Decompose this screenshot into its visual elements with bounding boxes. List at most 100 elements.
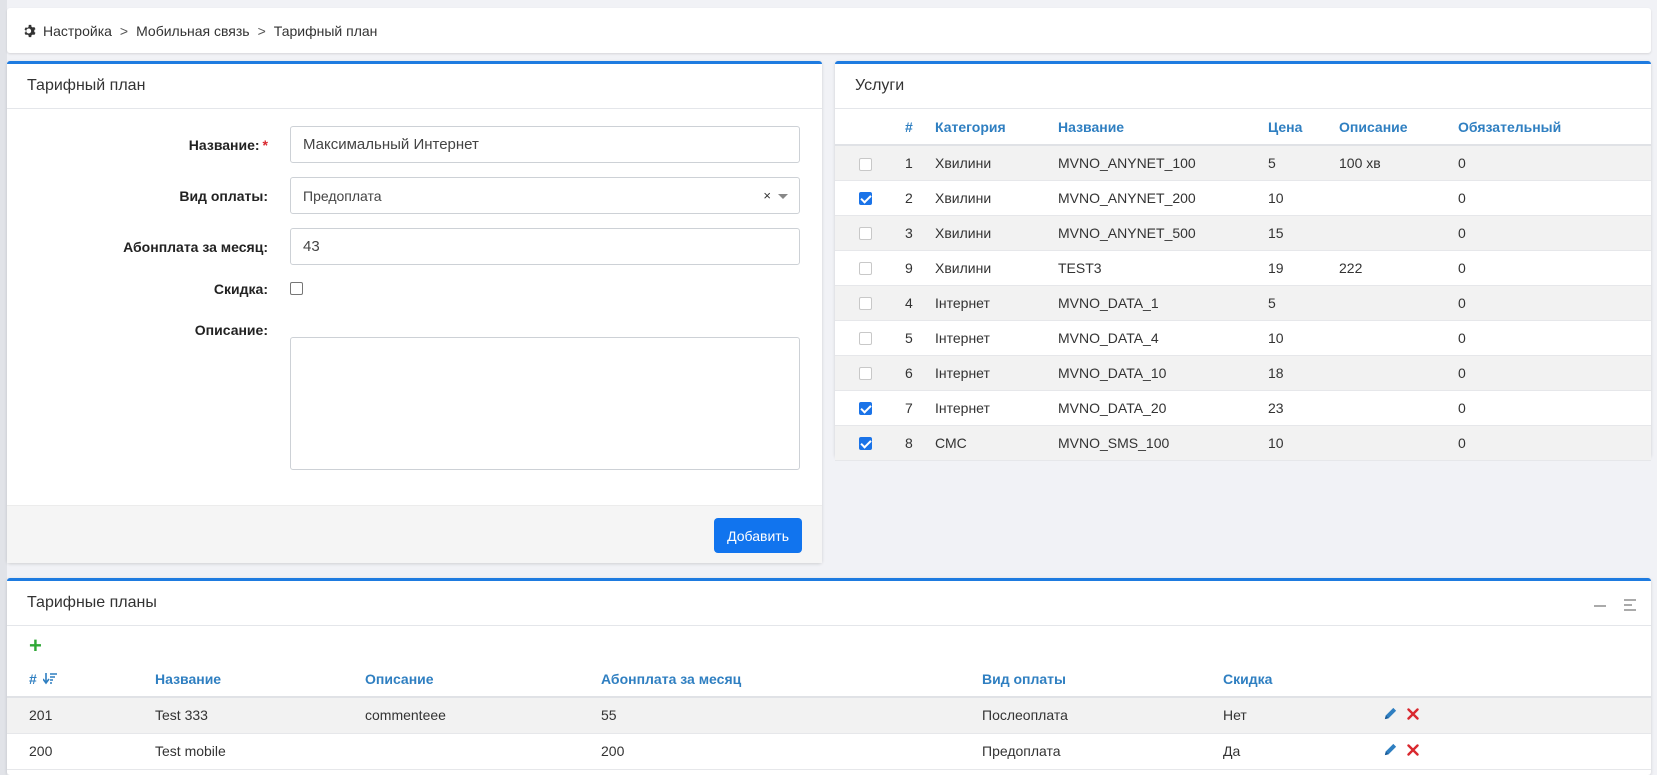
minimize-icon[interactable] — [1594, 605, 1606, 607]
row-checkbox[interactable] — [859, 332, 872, 346]
actions-cell — [1383, 697, 1651, 734]
cell-category: Хвилини — [935, 145, 1058, 181]
chevron-down-icon[interactable] — [778, 194, 788, 199]
row-actions — [1383, 742, 1419, 757]
row-checkbox[interactable] — [859, 227, 872, 241]
checkbox-cell — [835, 425, 905, 461]
delete-x-icon[interactable] — [1407, 708, 1419, 720]
cell-number: 3 — [905, 215, 935, 251]
services-table: # Категория Название Цена Описание Обяза… — [835, 109, 1651, 461]
row-checkbox[interactable] — [859, 157, 872, 171]
actions-column-header — [1383, 661, 1651, 698]
monthly-fee-row: Абонплата за месяц: 43 — [7, 228, 822, 265]
column-header-discount[interactable]: Скидка — [1223, 661, 1383, 698]
table-row: 7 Інтернет MVNO_DATA_20 23 0 — [835, 390, 1651, 426]
monthly-fee-label: Абонплата за месяц: — [123, 238, 268, 255]
cell-name: MVNO_DATA_10 — [1058, 355, 1268, 391]
cell-number: 2 — [905, 180, 935, 216]
cell-price: 5 — [1268, 145, 1339, 181]
cell-number: 200 — [7, 733, 155, 770]
cell-price: 10 — [1268, 425, 1339, 461]
cell-required: 0 — [1458, 390, 1651, 426]
plus-icon[interactable]: + — [29, 635, 42, 657]
cell-number: 201 — [7, 697, 155, 734]
cell-number: 9 — [905, 250, 935, 286]
cell-number: 7 — [905, 390, 935, 426]
table-row: 2 Хвилини MVNO_ANYNET_200 10 0 — [835, 180, 1651, 216]
clear-icon[interactable]: × — [763, 188, 771, 203]
row-checkbox[interactable] — [859, 192, 872, 206]
discount-row: Скидка: — [7, 279, 822, 299]
breadcrumb-item-mobile[interactable]: Мобильная связь — [136, 23, 249, 39]
payment-type-row: Вид оплаты: Предоплата × — [7, 177, 822, 214]
column-header-description[interactable]: Описание — [365, 661, 601, 698]
cell-price: 5 — [1268, 285, 1339, 321]
cell-name: TEST3 — [1058, 250, 1268, 286]
cell-number: 5 — [905, 320, 935, 356]
breadcrumb: Настройка > Мобильная связь > Тарифный п… — [7, 8, 1651, 53]
payment-type-select[interactable]: Предоплата × — [290, 177, 800, 214]
tariff-plans-card: Тарифные планы + # Название Описание Або… — [7, 578, 1651, 775]
select-column-header — [835, 109, 905, 146]
column-header-category[interactable]: Категория — [935, 109, 1058, 146]
row-checkbox[interactable] — [859, 262, 872, 276]
description-textarea[interactable] — [290, 337, 800, 470]
left-edge-strip — [0, 0, 7, 775]
discount-label: Скидка: — [213, 281, 268, 297]
cell-description: 100 хв — [1339, 145, 1458, 181]
column-header-number[interactable]: # — [7, 661, 155, 698]
edit-pencil-icon[interactable] — [1383, 742, 1398, 757]
cell-name: MVNO_SMS_100 — [1058, 425, 1268, 461]
sort-icon[interactable] — [42, 672, 57, 685]
form-footer: Добавить — [7, 505, 822, 563]
cell-name: Test 333 — [155, 697, 365, 734]
cell-number: 1 — [905, 145, 935, 181]
row-checkbox[interactable] — [859, 367, 872, 381]
cell-required: 0 — [1458, 355, 1651, 391]
column-header-number[interactable]: # — [905, 109, 935, 146]
tariff-plan-form-card: Тарифный план Название: * Максимальный Ин… — [7, 61, 822, 563]
monthly-fee-input[interactable]: 43 — [290, 228, 800, 265]
checkbox-cell — [835, 250, 905, 286]
column-header-monthly-fee[interactable]: Абонплата за месяц — [601, 661, 982, 698]
cell-name: MVNO_DATA_20 — [1058, 390, 1268, 426]
breadcrumb-separator: > — [257, 22, 266, 39]
cell-price: 18 — [1268, 355, 1339, 391]
column-header-name[interactable]: Название — [1058, 109, 1268, 146]
cell-name: Test mobile — [155, 733, 365, 770]
discount-checkbox[interactable] — [290, 282, 303, 295]
edit-pencil-icon[interactable] — [1383, 706, 1398, 721]
column-header-description[interactable]: Описание — [1339, 109, 1458, 146]
breadcrumb-item-settings[interactable]: Настройка — [43, 23, 112, 39]
column-header-price[interactable]: Цена — [1268, 109, 1339, 146]
cell-name: MVNO_DATA_4 — [1058, 320, 1268, 356]
row-checkbox[interactable] — [859, 402, 872, 416]
cell-price: 19 — [1268, 250, 1339, 286]
checkbox-cell — [835, 180, 905, 216]
cell-name: MVNO_ANYNET_500 — [1058, 215, 1268, 251]
cell-discount: Да — [1223, 733, 1383, 770]
name-row: Название: * Максимальный Интернет — [7, 126, 822, 163]
checkbox-cell — [835, 215, 905, 251]
cell-description — [1339, 320, 1458, 356]
column-header-payment-type[interactable]: Вид оплаты — [982, 661, 1223, 698]
name-label-text: Название: — [188, 136, 260, 153]
cell-category: Інтернет — [935, 285, 1058, 321]
cell-price: 15 — [1268, 215, 1339, 251]
cell-monthly-fee: 55 — [601, 697, 982, 734]
name-input[interactable]: Максимальный Интернет — [290, 126, 800, 163]
description-label: Описание: — [194, 322, 268, 338]
add-button[interactable]: Добавить — [714, 518, 802, 553]
table-row: 200 Test mobile 200 Предоплата Да — [7, 733, 1651, 770]
row-checkbox[interactable] — [859, 437, 872, 451]
row-checkbox[interactable] — [859, 297, 872, 311]
cell-description — [1339, 180, 1458, 216]
list-icon[interactable] — [1624, 599, 1636, 611]
cell-price: 23 — [1268, 390, 1339, 426]
column-header-name[interactable]: Название — [155, 661, 365, 698]
column-header-required[interactable]: Обязательный — [1458, 109, 1651, 146]
delete-x-icon[interactable] — [1407, 743, 1419, 756]
checkbox-cell — [835, 145, 905, 181]
cell-discount: Нет — [1223, 697, 1383, 734]
cell-description: commenteee — [365, 697, 601, 734]
